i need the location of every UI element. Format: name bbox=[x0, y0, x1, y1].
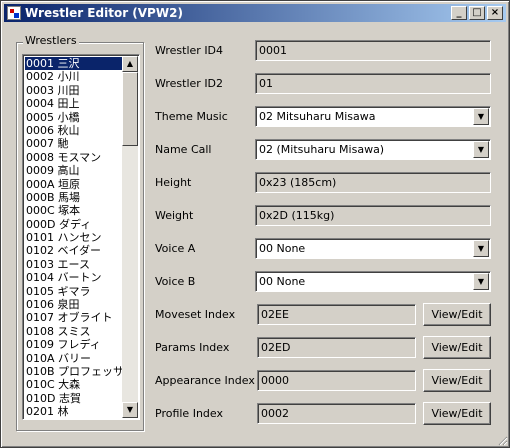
wrestler-list-item[interactable]: 0107 オブライト bbox=[25, 311, 123, 324]
theme-music-dropdown[interactable]: 02 Mitsuharu Misawa ▼ bbox=[255, 106, 491, 127]
wrestler-listbox[interactable]: 0001 三沢 0002 小川 0003 川田 0004 田上 0005 小橋 0006 … bbox=[22, 54, 140, 420]
profile-index-field[interactable]: 0002 bbox=[257, 403, 416, 424]
wrestler-id2-field[interactable]: 01 bbox=[255, 73, 491, 94]
weight-field[interactable]: 0x2D (115kg) bbox=[255, 205, 491, 226]
wrestler-list-item[interactable]: 0102 ベイダー bbox=[25, 244, 123, 257]
wrestler-list-item[interactable]: 0201 林 bbox=[25, 405, 123, 418]
wrestler-list-item[interactable]: 000C 塚本 bbox=[25, 204, 123, 217]
wrestler-list-item[interactable]: 000B 馬場 bbox=[25, 191, 123, 204]
name-call-dropdown[interactable]: 02 (Mitsuharu Misawa) ▼ bbox=[255, 139, 491, 160]
resize-grip-icon[interactable] bbox=[496, 434, 508, 446]
app-icon bbox=[7, 6, 21, 20]
wrestler-list-item[interactable]: 0009 高山 bbox=[25, 164, 123, 177]
wrestler-list: 0001 三沢 0002 小川 0003 川田 0004 田上 0005 小橋 0006 … bbox=[25, 57, 123, 420]
wrestler-list-item[interactable]: 0105 ギマラ bbox=[25, 285, 123, 298]
scroll-thumb[interactable] bbox=[122, 72, 138, 146]
params-index-label: Params Index bbox=[155, 341, 230, 354]
wrestler-list-item[interactable]: 0005 小橋 bbox=[25, 111, 123, 124]
wrestler-list-item[interactable]: 000D ダディ bbox=[25, 218, 123, 231]
wrestler-list-item[interactable]: 0006 秋山 bbox=[25, 124, 123, 137]
wrestler-list-item[interactable]: 0103 エース bbox=[25, 258, 123, 271]
close-button[interactable]: × bbox=[487, 6, 503, 20]
wrestler-list-item[interactable]: 0104 バートン bbox=[25, 271, 123, 284]
params-view-edit-button[interactable]: View/Edit bbox=[423, 336, 491, 359]
scroll-down-button[interactable]: ▼ bbox=[122, 402, 138, 418]
height-label: Height bbox=[155, 176, 192, 189]
wrestlers-group-label: Wrestlers bbox=[23, 34, 79, 47]
window-title: Wrestler Editor (VPW2) bbox=[25, 6, 183, 20]
voice-b-dropdown[interactable]: 00 None ▼ bbox=[255, 271, 491, 292]
wrestler-list-item[interactable]: 0202 舟越 bbox=[25, 419, 123, 420]
wrestler-id4-field[interactable]: 0001 bbox=[255, 40, 491, 61]
appearance-view-edit-button[interactable]: View/Edit bbox=[423, 369, 491, 392]
name-call-value: 02 (Mitsuharu Misawa) bbox=[259, 143, 385, 156]
voice-a-value: 00 None bbox=[259, 242, 306, 255]
wrestler-list-item[interactable]: 000A 垣原 bbox=[25, 178, 123, 191]
appearance-index-field[interactable]: 0000 bbox=[257, 370, 416, 391]
wrestler-list-item[interactable]: 0108 スミス bbox=[25, 325, 123, 338]
dropdown-arrow-icon[interactable]: ▼ bbox=[473, 240, 489, 257]
wrestler-list-item[interactable]: 010A バリー bbox=[25, 352, 123, 365]
voice-b-label: Voice B bbox=[155, 275, 196, 288]
theme-music-label: Theme Music bbox=[155, 110, 228, 123]
wrestler-list-item[interactable]: 010D 志賀 bbox=[25, 392, 123, 405]
moveset-index-field[interactable]: 02EE bbox=[257, 304, 416, 325]
wrestler-list-item[interactable]: 0002 小川 bbox=[25, 70, 123, 83]
wrestler-list-item[interactable]: 010C 大森 bbox=[25, 378, 123, 391]
maximize-button[interactable]: □ bbox=[469, 6, 485, 20]
profile-view-edit-button[interactable]: View/Edit bbox=[423, 402, 491, 425]
params-index-field[interactable]: 02ED bbox=[257, 337, 416, 358]
height-field[interactable]: 0x23 (185cm) bbox=[255, 172, 491, 193]
voice-a-label: Voice A bbox=[155, 242, 196, 255]
dropdown-arrow-icon[interactable]: ▼ bbox=[473, 141, 489, 158]
appearance-index-label: Appearance Index bbox=[155, 374, 255, 387]
wrestler-id4-label: Wrestler ID4 bbox=[155, 44, 224, 57]
profile-index-label: Profile Index bbox=[155, 407, 223, 420]
wrestler-list-item[interactable]: 0004 田上 bbox=[25, 97, 123, 110]
voice-a-dropdown[interactable]: 00 None ▼ bbox=[255, 238, 491, 259]
wrestler-list-item[interactable]: 0101 ハンセン bbox=[25, 231, 123, 244]
title-bar[interactable]: Wrestler Editor (VPW2) _ □ × bbox=[4, 4, 506, 22]
wrestler-list-item[interactable]: 0001 三沢 bbox=[25, 57, 123, 71]
wrestler-list-item[interactable]: 0106 泉田 bbox=[25, 298, 123, 311]
wrestler-id2-label: Wrestler ID2 bbox=[155, 77, 224, 90]
moveset-view-edit-button[interactable]: View/Edit bbox=[423, 303, 491, 326]
scroll-up-button[interactable]: ▲ bbox=[122, 56, 138, 72]
wrestler-list-item[interactable]: 0003 川田 bbox=[25, 84, 123, 97]
moveset-index-label: Moveset Index bbox=[155, 308, 236, 321]
wrestler-list-scrollbar[interactable]: ▲ ▼ bbox=[122, 56, 138, 418]
wrestler-list-item[interactable]: 0109 フレディ bbox=[25, 338, 123, 351]
wrestler-list-item[interactable]: 0008 モスマン bbox=[25, 151, 123, 164]
name-call-label: Name Call bbox=[155, 143, 212, 156]
dropdown-arrow-icon[interactable]: ▼ bbox=[473, 108, 489, 125]
wrestler-list-item[interactable]: 010B プロフェッサー bbox=[25, 365, 123, 378]
minimize-button[interactable]: _ bbox=[451, 6, 467, 20]
dropdown-arrow-icon[interactable]: ▼ bbox=[473, 273, 489, 290]
wrestler-list-item[interactable]: 0007 馳 bbox=[25, 137, 123, 150]
title-buttons: _ □ × bbox=[449, 6, 503, 20]
theme-music-value: 02 Mitsuharu Misawa bbox=[259, 110, 376, 123]
voice-b-value: 00 None bbox=[259, 275, 306, 288]
weight-label: Weight bbox=[155, 209, 194, 222]
